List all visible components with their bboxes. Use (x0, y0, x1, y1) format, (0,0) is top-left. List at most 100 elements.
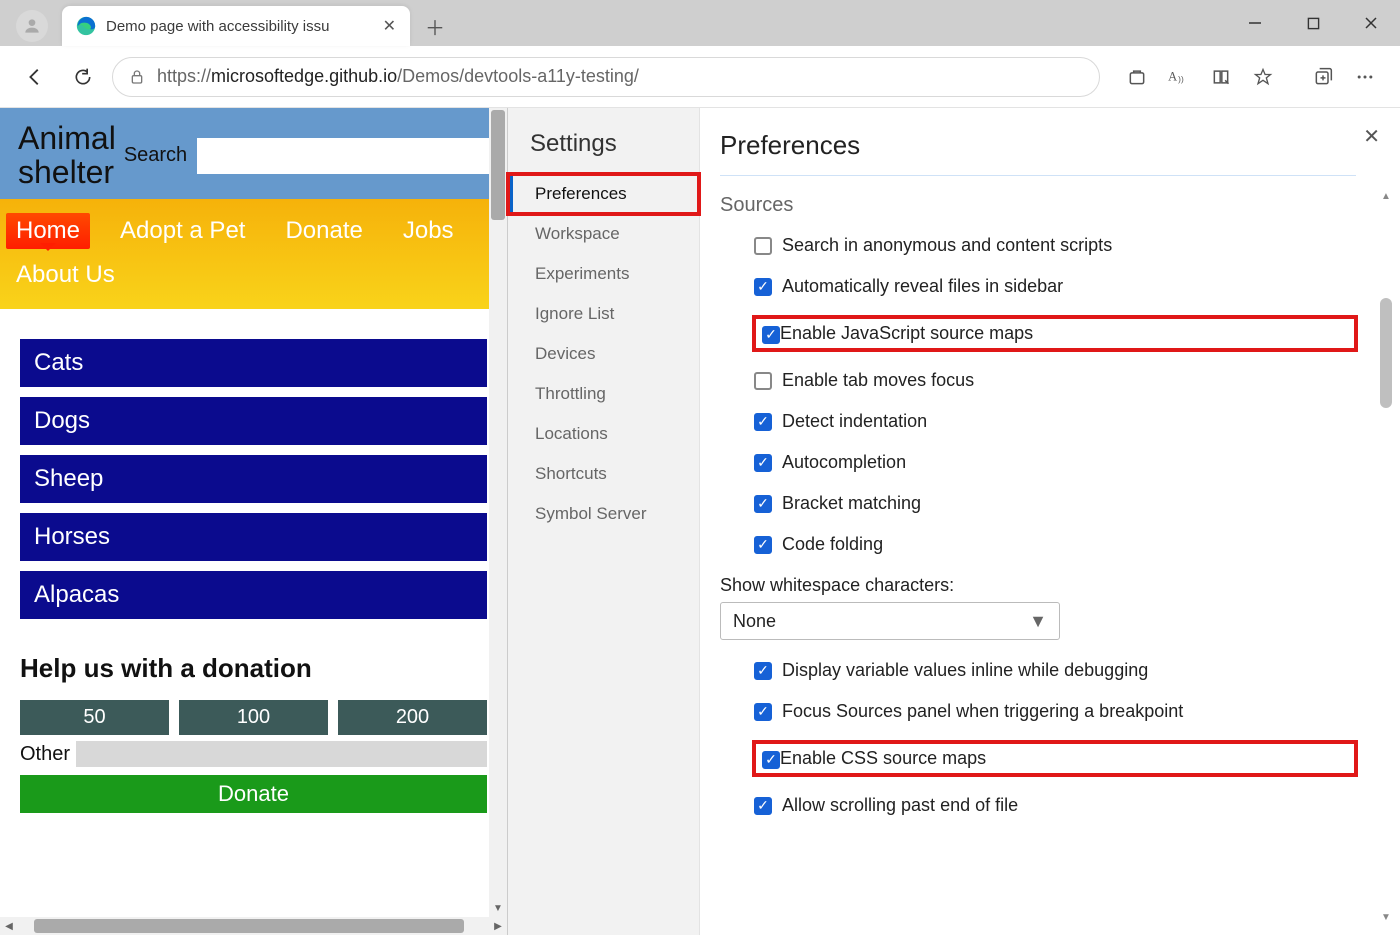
settings-nav-throttling[interactable]: Throttling (508, 374, 699, 414)
donation-amount-100[interactable]: 100 (179, 700, 328, 735)
pref-automatically-reveal-files-in-sidebar[interactable]: ✓Automatically reveal files in sidebar (754, 276, 1356, 297)
scroll-down-icon[interactable]: ▼ (1378, 909, 1394, 925)
scroll-thumb[interactable] (1380, 298, 1392, 408)
favorite-icon[interactable] (1244, 58, 1282, 96)
donate-button[interactable]: Donate (20, 775, 487, 813)
address-bar[interactable]: https://microsoftedge.github.io/Demos/de… (112, 57, 1100, 97)
window-close-button[interactable] (1342, 0, 1400, 46)
pref-enable-javascript-source-maps[interactable]: ✓Enable JavaScript source maps (754, 317, 1356, 350)
pref-display-variable-values-inline-while-debugging[interactable]: ✓Display variable values inline while de… (754, 660, 1356, 681)
pref-autocompletion[interactable]: ✓Autocompletion (754, 452, 1356, 473)
svg-text:)): )) (1178, 74, 1184, 84)
settings-nav-locations[interactable]: Locations (508, 414, 699, 454)
refresh-button[interactable] (64, 58, 102, 96)
window-maximize-button[interactable] (1284, 0, 1342, 46)
checkbox-icon[interactable]: ✓ (762, 326, 780, 344)
scroll-thumb-h[interactable] (34, 919, 464, 933)
reader-icon[interactable] (1202, 58, 1240, 96)
nav-about-us[interactable]: About Us (6, 257, 125, 293)
category-alpacas[interactable]: Alpacas (20, 571, 487, 619)
tab-close-icon[interactable]: ✕ (383, 16, 396, 36)
settings-sidebar: Settings PreferencesWorkspaceExperiments… (508, 108, 700, 935)
collections-icon[interactable] (1304, 58, 1342, 96)
checkbox-icon[interactable] (754, 372, 772, 390)
nav-jobs[interactable]: Jobs (393, 213, 464, 249)
donation-amount-200[interactable]: 200 (338, 700, 487, 735)
browser-tab[interactable]: Demo page with accessibility issu ✕ (62, 6, 410, 46)
settings-nav-shortcuts[interactable]: Shortcuts (508, 454, 699, 494)
checkbox-icon[interactable]: ✓ (754, 278, 772, 296)
pref-bracket-matching[interactable]: ✓Bracket matching (754, 493, 1356, 514)
divider (720, 175, 1356, 176)
person-icon (22, 16, 42, 36)
nav-adopt-a-pet[interactable]: Adopt a Pet (110, 213, 255, 249)
chevron-down-icon: ▼ (1029, 611, 1047, 632)
pref-label: Enable tab moves focus (782, 370, 974, 391)
lock-icon (129, 68, 145, 86)
category-horses[interactable]: Horses (20, 513, 487, 561)
checkbox-icon[interactable]: ✓ (762, 751, 780, 769)
new-tab-button[interactable]: ＋ (418, 9, 452, 43)
pref-label: Search in anonymous and content scripts (782, 235, 1112, 256)
checkbox-icon[interactable]: ✓ (754, 536, 772, 554)
pref-label: Code folding (782, 534, 883, 555)
category-cats[interactable]: Cats (20, 339, 487, 387)
settings-nav-devices[interactable]: Devices (508, 334, 699, 374)
pref-enable-css-source-maps[interactable]: ✓Enable CSS source maps (754, 742, 1356, 775)
nav-home[interactable]: Home (6, 213, 90, 249)
donation-heading: Help us with a donation (20, 653, 487, 684)
donation-amount-50[interactable]: 50 (20, 700, 169, 735)
checkbox-icon[interactable]: ✓ (754, 703, 772, 721)
pref-label: Detect indentation (782, 411, 927, 432)
nav-donate[interactable]: Donate (275, 213, 372, 249)
category-sheep[interactable]: Sheep (20, 455, 487, 503)
category-dogs[interactable]: Dogs (20, 397, 487, 445)
checkbox-icon[interactable]: ✓ (754, 495, 772, 513)
other-label: Other (20, 743, 70, 766)
scroll-right-icon[interactable]: ▶ (489, 917, 507, 935)
more-button[interactable] (1346, 58, 1384, 96)
checkbox-icon[interactable]: ✓ (754, 413, 772, 431)
settings-close-button[interactable]: ✕ (1363, 124, 1380, 149)
scroll-down-icon[interactable]: ▼ (489, 899, 507, 917)
settings-nav-experiments[interactable]: Experiments (508, 254, 699, 294)
checkbox-icon[interactable]: ✓ (754, 662, 772, 680)
checkbox-icon[interactable]: ✓ (754, 797, 772, 815)
url-text: https://microsoftedge.github.io/Demos/de… (157, 66, 639, 87)
whitespace-select[interactable]: None ▼ (720, 602, 1060, 640)
window-minimize-button[interactable] (1226, 0, 1284, 46)
page-scrollbar-vertical[interactable]: ▲ ▼ (489, 108, 507, 917)
pref-label: Allow scrolling past end of file (782, 795, 1018, 816)
checkbox-icon[interactable]: ✓ (754, 454, 772, 472)
svg-text:A: A (1168, 69, 1177, 83)
other-amount-input[interactable] (76, 741, 487, 767)
settings-nav-workspace[interactable]: Workspace (508, 214, 699, 254)
tab-title: Demo page with accessibility issu (106, 18, 373, 35)
settings-title: Settings (508, 130, 699, 174)
browser-toolbar: https://microsoftedge.github.io/Demos/de… (0, 46, 1400, 108)
profile-button[interactable] (16, 10, 48, 42)
pref-detect-indentation[interactable]: ✓ Detect indentation (754, 411, 1356, 432)
select-value: None (733, 611, 776, 632)
page-scrollbar-horizontal[interactable]: ◀ ▶ (0, 917, 507, 935)
settings-nav-ignore-list[interactable]: Ignore List (508, 294, 699, 334)
scroll-up-icon[interactable]: ▲ (1378, 188, 1394, 204)
titlebar: Demo page with accessibility issu ✕ ＋ (0, 0, 1400, 46)
checkbox-icon[interactable] (754, 237, 772, 255)
settings-nav-preferences[interactable]: Preferences (508, 174, 699, 214)
category-list: Cats Dogs Sheep Horses Alpacas (20, 339, 487, 619)
pref-allow-scrolling-past-end-of-file[interactable]: ✓ Allow scrolling past end of file (754, 795, 1356, 816)
settings-nav-symbol-server[interactable]: Symbol Server (508, 494, 699, 534)
pref-enable-tab-moves-focus[interactable]: Enable tab moves focus (754, 370, 1356, 391)
scroll-thumb[interactable] (491, 110, 505, 220)
back-button[interactable] (16, 58, 54, 96)
app-icon[interactable] (1118, 58, 1156, 96)
scroll-left-icon[interactable]: ◀ (0, 917, 18, 935)
pref-focus-sources-panel-when-triggering-a-breakpoint[interactable]: ✓Focus Sources panel when triggering a b… (754, 701, 1356, 722)
preferences-title: Preferences (720, 130, 1356, 161)
pref-code-folding[interactable]: ✓ Code folding (754, 534, 1356, 555)
read-aloud-icon[interactable]: A)) (1160, 58, 1198, 96)
search-input[interactable] (197, 138, 489, 174)
settings-scrollbar[interactable]: ▲ ▼ (1378, 188, 1394, 925)
pref-search-in-anonymous-and-content-scripts[interactable]: Search in anonymous and content scripts (754, 235, 1356, 256)
